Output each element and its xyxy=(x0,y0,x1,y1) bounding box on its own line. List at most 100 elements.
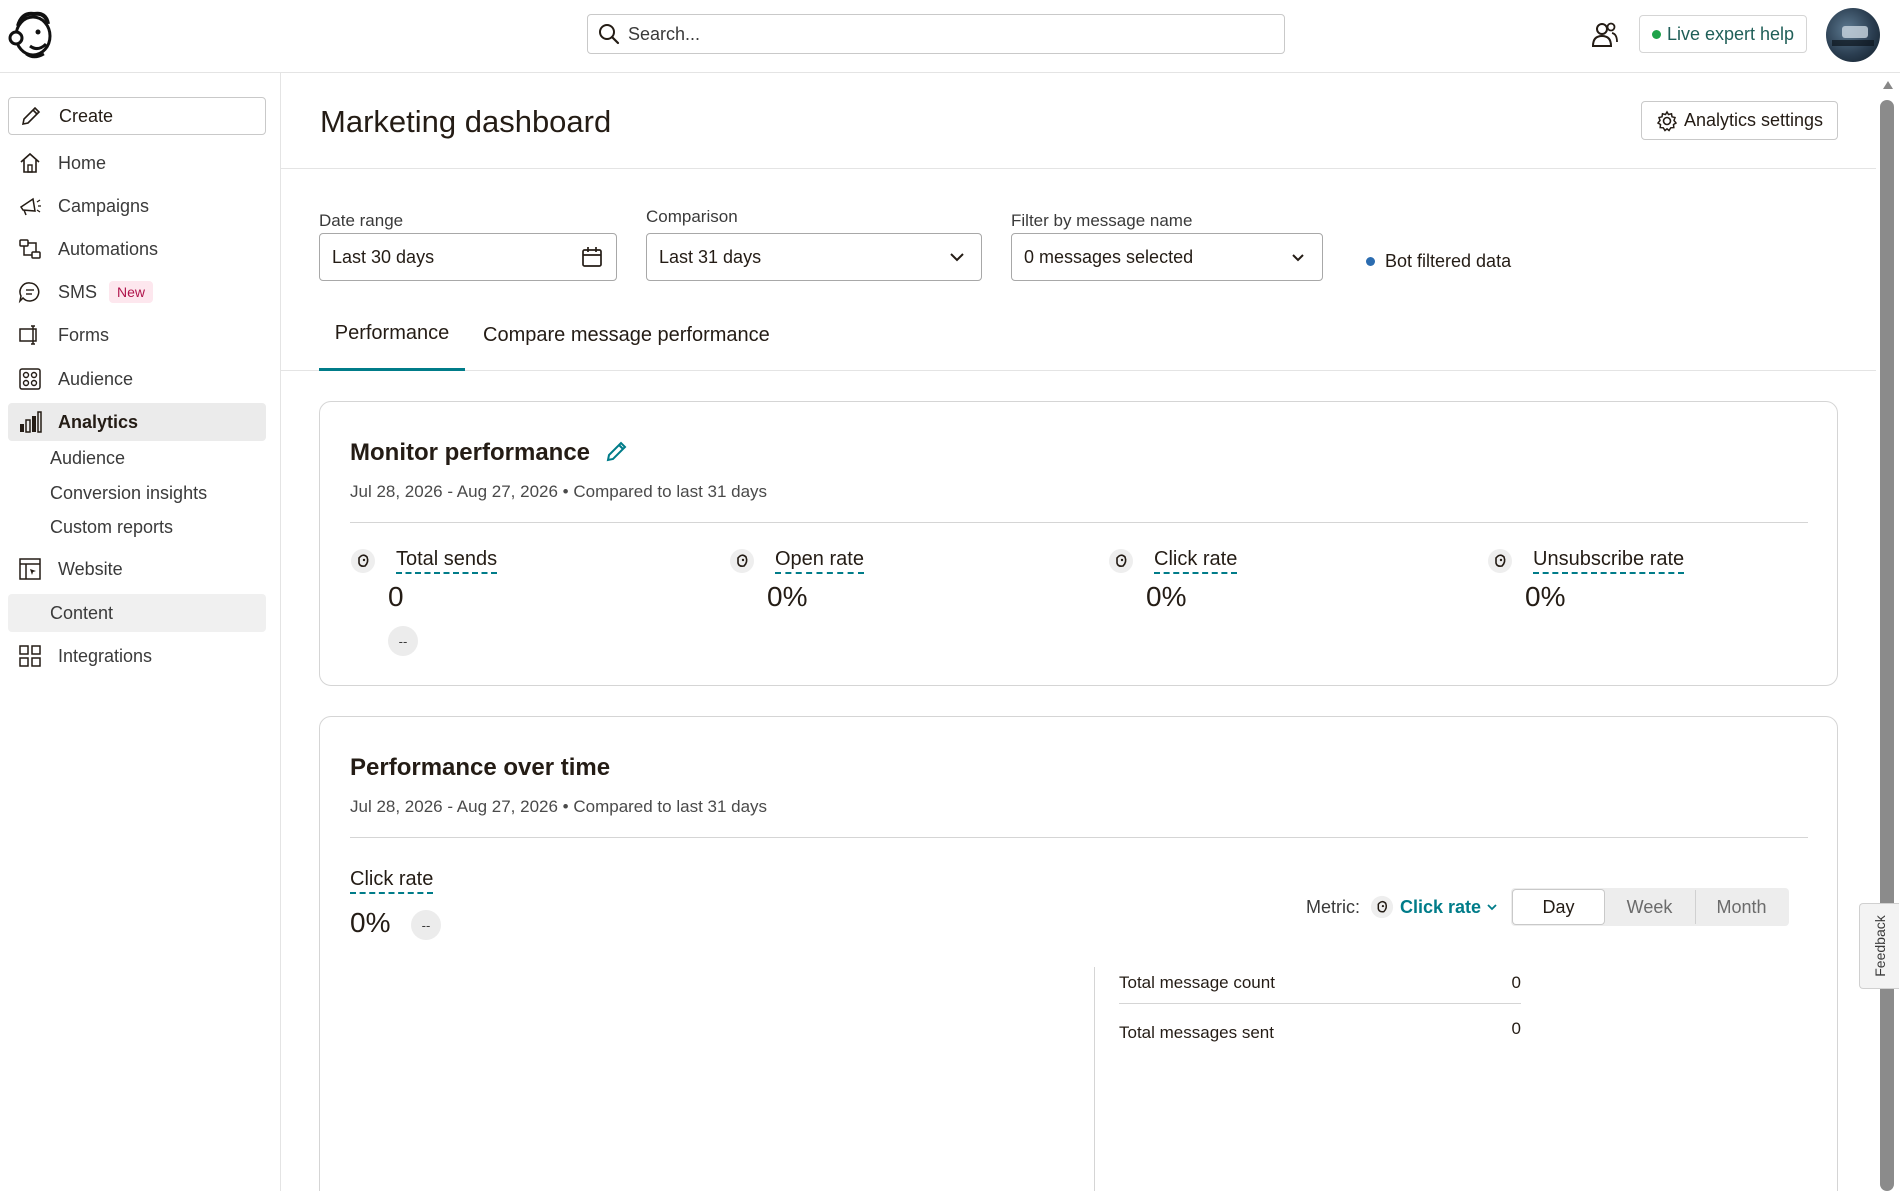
mailchimp-logo-icon[interactable] xyxy=(8,8,56,60)
sidebar-item-analytics[interactable]: Analytics xyxy=(8,403,266,441)
grid-icon xyxy=(18,644,42,668)
selected-metric-label[interactable]: Click rate xyxy=(350,868,434,894)
bot-filter-dot xyxy=(1366,257,1375,266)
tab-performance[interactable]: Performance xyxy=(319,299,465,371)
new-badge: New xyxy=(109,281,154,303)
stat-value: 0 xyxy=(1511,973,1521,992)
sidebar-item-sms[interactable]: SMS New xyxy=(8,273,266,311)
metric-label[interactable]: Total sends xyxy=(396,548,498,574)
analytics-settings-button[interactable]: Analytics settings xyxy=(1641,101,1838,140)
message-filter-select[interactable]: 0 messages selected xyxy=(1011,233,1323,281)
search-icon xyxy=(598,23,620,45)
comparison-value: Last 31 days xyxy=(659,246,762,267)
sidebar-item-label: Website xyxy=(58,558,123,579)
megaphone-icon xyxy=(18,194,42,218)
sidebar-item-custom-reports[interactable]: Custom reports xyxy=(8,508,266,546)
sidebar-item-automations[interactable]: Automations xyxy=(8,230,266,268)
card-title: Monitor performance xyxy=(350,439,591,466)
feedback-tab[interactable]: Feedback xyxy=(1859,903,1899,989)
metric-label[interactable]: Unsubscribe rate xyxy=(1533,548,1685,574)
metric-selector[interactable]: Metric: Click rate xyxy=(1306,895,1499,919)
monitor-performance-card: Monitor performance Jul 28, 2026 - Aug 2… xyxy=(319,401,1838,686)
period-month-button[interactable]: Month xyxy=(1695,890,1787,924)
search-bar[interactable] xyxy=(587,14,1285,54)
pencil-icon[interactable] xyxy=(604,438,630,464)
avatar[interactable] xyxy=(1826,8,1880,62)
automation-flow-icon xyxy=(18,237,42,261)
live-expert-help-button[interactable]: Live expert help xyxy=(1639,15,1807,53)
chevron-down-icon xyxy=(1485,900,1499,914)
metric-value: 0% xyxy=(1525,581,1566,612)
tab-label: Performance xyxy=(334,322,450,344)
online-status-dot xyxy=(1651,29,1661,39)
tab-compare-message-performance[interactable]: Compare message performance xyxy=(483,299,770,371)
message-filter-label: Filter by message name xyxy=(1011,211,1193,230)
sidebar-item-audience[interactable]: Audience xyxy=(8,360,266,398)
chevron-down-icon xyxy=(945,245,969,269)
sidebar-item-website[interactable]: Website xyxy=(8,550,266,588)
scrollbar-thumb[interactable] xyxy=(1880,100,1894,1191)
top-bar: Live expert help xyxy=(0,0,1900,73)
card-title: Performance over time xyxy=(350,754,611,781)
change-badge: -- xyxy=(411,910,441,940)
sidebar-item-label: Audience xyxy=(58,368,134,389)
divider xyxy=(1094,967,1095,1191)
chevron-down-icon xyxy=(1286,245,1310,269)
date-range-label: Date range xyxy=(319,211,404,230)
period-week-button[interactable]: Week xyxy=(1604,890,1695,924)
sidebar-item-campaigns[interactable]: Campaigns xyxy=(8,187,266,225)
comparison-select[interactable]: Last 31 days xyxy=(646,233,982,281)
message-filter-value: 0 messages selected xyxy=(1024,246,1194,267)
calendar-icon xyxy=(580,245,604,269)
form-icon xyxy=(18,323,42,347)
sidebar-item-label: Custom reports xyxy=(50,516,174,537)
date-range-value: Last 30 days xyxy=(332,246,435,267)
metric-label[interactable]: Open rate xyxy=(775,548,864,574)
sidebar-item-label: Automations xyxy=(58,238,159,259)
scroll-up-arrow-icon[interactable] xyxy=(1883,81,1893,89)
stat-label: Total message count xyxy=(1119,973,1275,992)
stat-label: Total messages sent xyxy=(1119,1023,1274,1042)
divider xyxy=(1119,1003,1521,1004)
date-range-picker[interactable]: Last 30 days xyxy=(319,233,617,281)
create-label: Create xyxy=(59,105,114,126)
sidebar-item-conversion-insights[interactable]: Conversion insights xyxy=(8,474,266,512)
sidebar-item-label: Campaigns xyxy=(58,195,150,216)
stat-total-message-count: Total message count 0 xyxy=(1119,973,1521,993)
search-input[interactable] xyxy=(628,23,1228,45)
tab-label: Compare message performance xyxy=(483,323,770,346)
analytics-settings-label: Analytics settings xyxy=(1683,110,1824,130)
sidebar: Create Home Campaigns Automations SMS Ne… xyxy=(0,73,281,1191)
divider xyxy=(350,522,1808,523)
period-day-button[interactable]: Day xyxy=(1513,890,1604,924)
home-icon xyxy=(18,151,42,175)
account-switch-icon[interactable] xyxy=(1590,20,1620,50)
sidebar-item-integrations[interactable]: Integrations xyxy=(8,637,266,675)
feedback-label: Feedback xyxy=(1871,915,1888,977)
gear-icon xyxy=(1656,110,1678,132)
chat-bubble-icon xyxy=(18,280,42,304)
card-subtitle: Jul 28, 2026 - Aug 27, 2026 • Compared t… xyxy=(350,797,768,816)
sidebar-item-content[interactable]: Content xyxy=(8,594,266,632)
stat-value: 0 xyxy=(1511,1019,1521,1038)
metric-value: 0% xyxy=(1146,581,1187,612)
sidebar-item-label: Conversion insights xyxy=(50,482,208,503)
divider xyxy=(350,837,1808,838)
sidebar-item-home[interactable]: Home xyxy=(8,144,266,182)
bot-filtered-label: Bot filtered data xyxy=(1385,251,1512,271)
metric-value: 0% xyxy=(767,581,808,612)
create-button[interactable]: Create xyxy=(8,97,266,135)
chart-area xyxy=(350,967,1080,1191)
sidebar-item-label: Content xyxy=(50,602,114,623)
sidebar-item-forms[interactable]: Forms xyxy=(8,316,266,354)
change-badge: -- xyxy=(388,626,418,656)
mailchimp-icon xyxy=(1487,548,1513,574)
metric-label[interactable]: Click rate xyxy=(1154,548,1238,574)
sidebar-item-label: Audience xyxy=(50,447,126,468)
audience-icon xyxy=(18,367,42,391)
performance-over-time-card: Performance over time Jul 28, 2026 - Aug… xyxy=(319,716,1838,1191)
sidebar-item-analytics-audience[interactable]: Audience xyxy=(8,439,266,477)
pencil-icon xyxy=(19,104,43,128)
bot-filtered-indicator[interactable]: Bot filtered data xyxy=(1366,251,1511,272)
mailchimp-icon xyxy=(350,548,376,574)
